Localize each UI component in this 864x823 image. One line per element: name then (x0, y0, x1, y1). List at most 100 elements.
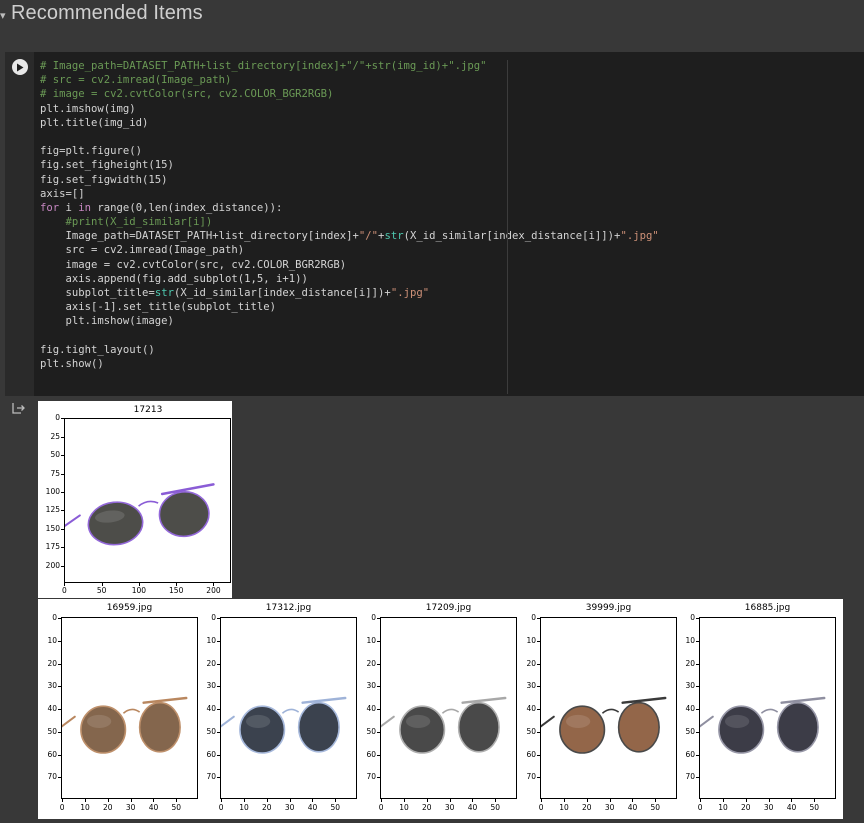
y-tick-label: 40 (685, 704, 695, 714)
y-tick (377, 731, 380, 733)
x-tick-label: 30 (125, 803, 136, 812)
y-tick (61, 418, 64, 420)
sunglasses-drawing (697, 696, 826, 754)
subplot-title: 39999.jpg (585, 603, 632, 613)
y-tick (377, 640, 380, 642)
collapse-caret-icon[interactable]: ▾ (0, 9, 8, 23)
y-tick-label: 60 (206, 749, 216, 759)
y-tick (696, 686, 699, 688)
subplot-title: 17312.jpg (265, 603, 312, 613)
x-tick-label: 40 (627, 803, 638, 812)
y-tick-label: 175 (45, 542, 60, 552)
x-tick-label: 30 (444, 803, 455, 812)
run-cell-button[interactable] (12, 59, 28, 75)
x-tick-label: 0 (59, 803, 65, 812)
y-tick-label: 60 (47, 749, 57, 759)
code-token: plt.title(img_id) (40, 116, 149, 129)
y-tick-label: 200 (45, 560, 60, 570)
y-tick-label: 50 (206, 726, 216, 736)
y-tick-label: 0 (531, 613, 536, 623)
x-tick-label: 0 (378, 803, 384, 812)
y-tick-label: 10 (526, 635, 536, 645)
y-tick-label: 60 (366, 749, 376, 759)
y-tick-label: 20 (47, 658, 57, 668)
y-tick-label: 50 (47, 726, 57, 736)
y-tick (537, 731, 540, 733)
y-tick (58, 640, 61, 642)
y-tick-label: 60 (685, 749, 695, 759)
y-tick (696, 618, 699, 620)
x-tick (403, 799, 405, 802)
x-tick-label: 50 (490, 803, 501, 812)
y-tick (377, 663, 380, 665)
y-tick (58, 663, 61, 665)
code-token: fig.tight_layout() (40, 343, 155, 356)
y-tick (217, 640, 220, 642)
x-tick-label: 10 (399, 803, 409, 812)
output-icon[interactable] (12, 402, 26, 414)
play-icon (17, 63, 24, 71)
code-token: ".jpg" (390, 287, 430, 299)
x-tick (107, 799, 109, 802)
y-tick-label: 0 (55, 413, 60, 423)
x-tick-label: 200 (206, 586, 221, 595)
y-tick (696, 640, 699, 642)
query-sunglasses-image (62, 483, 215, 546)
y-tick-label: 0 (371, 613, 376, 623)
y-tick (377, 709, 380, 711)
code-token: in (78, 201, 92, 214)
code-token: axis[-1].set_title(subplot_title) (40, 301, 277, 314)
x-tick-label: 40 (307, 803, 318, 812)
code-line: fig.tight_layout() (40, 343, 659, 357)
y-tick-label: 50 (50, 450, 60, 460)
x-tick (563, 799, 565, 802)
y-tick-label: 40 (526, 704, 536, 714)
y-tick (377, 754, 380, 756)
y-tick-label: 150 (45, 523, 60, 533)
code-line: # image = cv2.cvtColor(src, cv2.COLOR_BG… (40, 87, 659, 101)
subplot-axes (59, 617, 198, 799)
code-line: axis[-1].set_title(subplot_title) (40, 300, 659, 314)
code-token: i (59, 201, 79, 214)
section-header: ▾ Recommended Items (0, 0, 864, 34)
code-line: for i in range(0,len(index_distance)): (40, 201, 659, 215)
x-tick-label: 100 (131, 586, 147, 595)
x-tick-label: 10 (239, 803, 249, 812)
y-tick-label: 70 (206, 772, 216, 782)
y-tick-label: 30 (526, 681, 536, 691)
x-tick (243, 799, 245, 802)
x-tick-label: 0 (61, 586, 67, 595)
x-tick-label: 50 (96, 586, 107, 595)
code-token: # Image_path=DATASET_PATH+list_directory… (40, 60, 487, 72)
x-tick (335, 799, 337, 802)
y-tick-label: 125 (45, 505, 60, 515)
x-tick-label: 20 (422, 803, 432, 812)
code-line: axis.append(fig.add_subplot(1,5, i+1)) (40, 272, 659, 286)
cell-gutter (5, 52, 34, 396)
code-line: Image_path=DATASET_PATH+list_directory[i… (40, 229, 659, 243)
query-plot-title: 17213 (133, 405, 163, 415)
subplot-axes (697, 617, 836, 799)
recommendations-figure: 16959.jpg 0 10 20 30 40 50 0 10 20 30 40 50 60 70 17312… (38, 599, 843, 819)
y-tick-label: 75 (50, 468, 60, 478)
y-tick-label: 25 (50, 431, 60, 441)
subplot-axes (538, 617, 677, 799)
code-line: plt.show() (40, 357, 659, 371)
y-tick (58, 777, 61, 779)
code-token: src = cv2.imread(Image_path) (40, 244, 245, 257)
x-tick (745, 799, 747, 802)
x-tick (426, 799, 428, 802)
x-tick-label: 0 (697, 803, 703, 812)
code-line: axis=[] (40, 187, 659, 201)
y-tick-label: 70 (526, 772, 536, 782)
code-editor[interactable]: # Image_path=DATASET_PATH+list_directory… (40, 59, 659, 371)
x-tick (768, 799, 770, 802)
code-line: # src = cv2.imread(Image_path) (40, 73, 659, 87)
code-token: range(0,len(index_distance)): (91, 201, 283, 214)
y-tick (217, 731, 220, 733)
code-cell[interactable]: # Image_path=DATASET_PATH+list_directory… (5, 52, 864, 396)
y-tick (61, 510, 64, 512)
y-tick-label: 60 (526, 749, 536, 759)
